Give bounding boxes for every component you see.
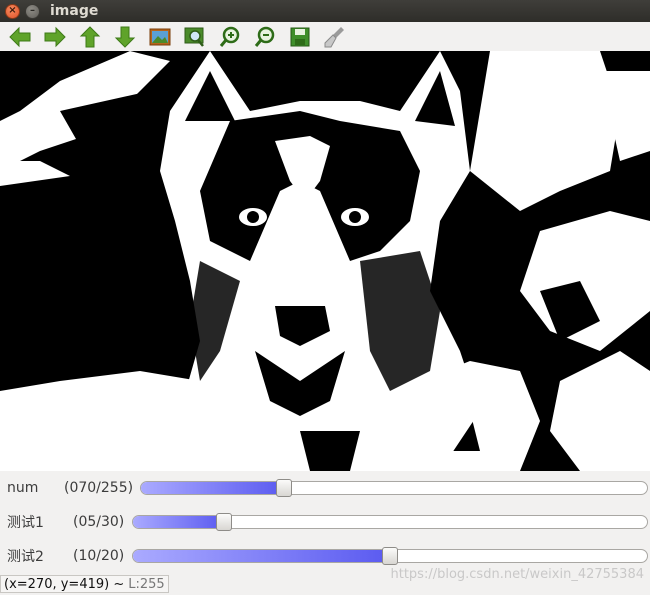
trackbar-value: (070/255) [64, 480, 134, 496]
luminance-value: L:255 [128, 576, 165, 592]
fit-image-icon [149, 28, 171, 45]
slider-fill [133, 550, 390, 562]
pan-down-button[interactable] [110, 24, 140, 50]
image-window: × – image num (070/255) 测试1 (05/30) 测试2 … [0, 0, 650, 595]
zoom-in-button[interactable] [215, 24, 245, 50]
watermark: https://blog.csdn.net/weixin_42755384 [390, 567, 644, 582]
minimize-button[interactable]: – [25, 3, 40, 19]
cursor-coordinates: (x=270, y=419) ~ [4, 576, 125, 592]
slider-handle[interactable] [216, 513, 232, 531]
arrow-down-icon [114, 26, 136, 48]
trackbar-label: 测试2 [7, 549, 44, 565]
slider-handle[interactable] [382, 547, 398, 565]
save-button[interactable] [285, 24, 315, 50]
title-bar: × – image [0, 0, 650, 22]
slider-num[interactable] [140, 479, 648, 497]
slider-handle[interactable] [276, 479, 292, 497]
zoom-region-icon [184, 27, 204, 47]
pan-left-button[interactable] [5, 24, 35, 50]
arrow-right-icon [44, 26, 66, 47]
zoom-out-icon [254, 26, 275, 47]
minimize-icon: – [30, 5, 35, 16]
arrow-left-icon [9, 26, 31, 47]
trackbar-test1: 测试1 (05/30) [0, 505, 650, 539]
pan-up-button[interactable] [75, 24, 105, 50]
properties-brush-icon [324, 26, 344, 47]
arrow-up-icon [79, 25, 101, 47]
status-bar: (x=270, y=419) ~ L:255 [0, 575, 169, 593]
zoom-region-button[interactable] [180, 24, 210, 50]
slider-fill [133, 516, 224, 528]
window-title: image [50, 3, 99, 19]
trackbar-label: num [7, 480, 39, 496]
toolbar [0, 22, 650, 51]
binary-image-canvas[interactable] [0, 51, 650, 471]
trackbar-label: 测试1 [7, 515, 44, 531]
trackbar-num: num (070/255) [0, 471, 650, 505]
zoom-in-icon [219, 26, 240, 47]
close-button[interactable]: × [5, 3, 20, 19]
slider-test2[interactable] [132, 547, 648, 565]
slider-fill [141, 482, 284, 494]
slider-test1[interactable] [132, 513, 648, 531]
trackbar-value: (10/20) [73, 548, 125, 564]
fit-image-button[interactable] [145, 24, 175, 50]
trackbar-value: (05/30) [73, 514, 125, 530]
close-icon: × [8, 5, 17, 16]
save-icon [290, 27, 310, 46]
zoom-out-button[interactable] [250, 24, 280, 50]
properties-button[interactable] [320, 24, 350, 50]
pan-right-button[interactable] [40, 24, 70, 50]
husky-threshold-image [0, 51, 650, 471]
